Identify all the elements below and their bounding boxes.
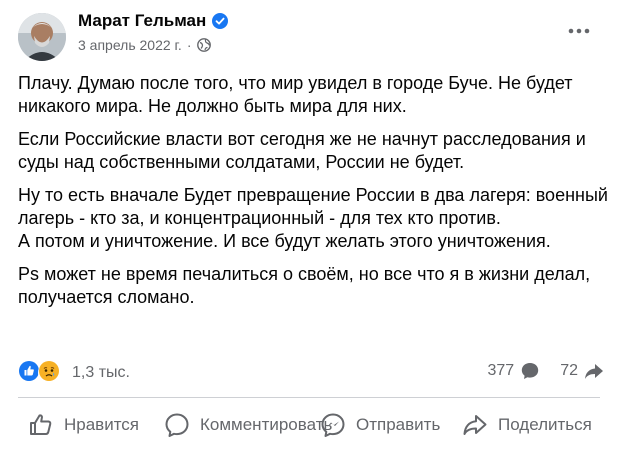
share-button[interactable]: Поделиться [462, 403, 592, 447]
send-label: Отправить [356, 415, 441, 434]
post-meta: 3 апрель 2022 г. · [78, 37, 211, 53]
comment-count[interactable]: 377 [488, 362, 515, 380]
like-button[interactable]: Нравится [28, 403, 139, 447]
send-button[interactable]: Отправить [320, 403, 440, 447]
reaction-count: 1,3 тыс. [72, 364, 130, 381]
post-paragraph: Ну то есть вначале Будет превращение Рос… [18, 185, 608, 251]
globe-icon[interactable] [196, 38, 211, 52]
author-avatar[interactable] [18, 13, 66, 61]
post-paragraph: Если Российские власти вот сегодня же не… [18, 129, 586, 172]
thumbs-up-icon [30, 414, 52, 435]
share-count[interactable]: 72 [560, 362, 578, 380]
messenger-icon [321, 413, 345, 437]
post-paragraph: Ps может не время печалиться о своём, но… [18, 264, 591, 307]
comment-button[interactable]: Комментировать [164, 403, 332, 447]
verified-badge-icon [212, 13, 229, 29]
sad-reaction-icon [38, 360, 64, 386]
share-arrow-icon [584, 361, 604, 381]
reactions-summary[interactable]: 1,3 тыс. [18, 360, 130, 386]
engagement-stats: 377 72 [488, 361, 605, 381]
post-body: Плачу. Думаю после того, что мир увидел … [18, 72, 608, 319]
author-name-row: Марат Гельман [78, 11, 229, 31]
post-date[interactable]: 3 апрель 2022 г. [78, 37, 182, 53]
author-name[interactable]: Марат Гельман [78, 11, 206, 31]
meta-separator: · [186, 37, 192, 53]
comment-bubble-icon [520, 361, 540, 381]
comment-label: Комментировать [200, 415, 333, 434]
post-paragraph: Плачу. Думаю после того, что мир увидел … [18, 73, 573, 116]
avatar-image [18, 13, 66, 61]
divider [18, 397, 600, 398]
more-options-icon[interactable] [566, 21, 592, 41]
comment-icon [165, 413, 189, 437]
like-label: Нравится [64, 415, 140, 434]
facebook-post: Марат Гельман 3 апрель 2022 г. · Плачу. … [0, 0, 618, 455]
post-actions: Нравится Комментировать Отправить Подели… [0, 403, 618, 447]
share-icon [463, 415, 487, 435]
share-label: Поделиться [498, 415, 592, 434]
